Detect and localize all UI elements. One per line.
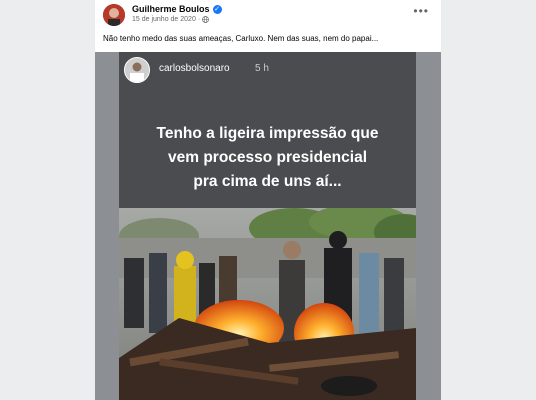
story-username: carlosbolsonaro: [159, 63, 230, 74]
caption-line-3: pra cima de uns aí...: [193, 173, 342, 190]
instagram-story-screenshot: carlosbolsonaro 5 h Tenho a ligeira impr…: [119, 52, 416, 400]
post-author-row: Guilherme Boulos ✓: [132, 4, 222, 14]
post-meta: 15 de junho de 2020 ·: [132, 16, 210, 23]
more-options-icon[interactable]: •••: [413, 4, 429, 18]
post-text: Não tenho medo das suas ameaças, Carluxo…: [103, 34, 379, 43]
facebook-post-card: Guilherme Boulos ✓ 15 de junho de 2020 ·…: [95, 0, 441, 400]
story-time: 5 h: [255, 63, 269, 74]
post-date[interactable]: 15 de junho de 2020: [132, 16, 196, 23]
story-avatar: [124, 57, 150, 83]
caption-line-2: vem processo presidencial: [167, 149, 367, 166]
globe-icon: [202, 16, 210, 23]
author-name[interactable]: Guilherme Boulos: [132, 4, 210, 14]
protest-fire-photo: [119, 208, 416, 400]
author-avatar[interactable]: [103, 4, 125, 26]
caption-line-1: Tenho a ligeira impressão que: [156, 125, 379, 142]
story-caption: Tenho a ligeira impressão que vem proces…: [119, 122, 416, 194]
verified-badge-icon: ✓: [212, 4, 222, 14]
post-image[interactable]: carlosbolsonaro 5 h Tenho a ligeira impr…: [95, 52, 441, 400]
meta-separator: ·: [197, 16, 201, 23]
